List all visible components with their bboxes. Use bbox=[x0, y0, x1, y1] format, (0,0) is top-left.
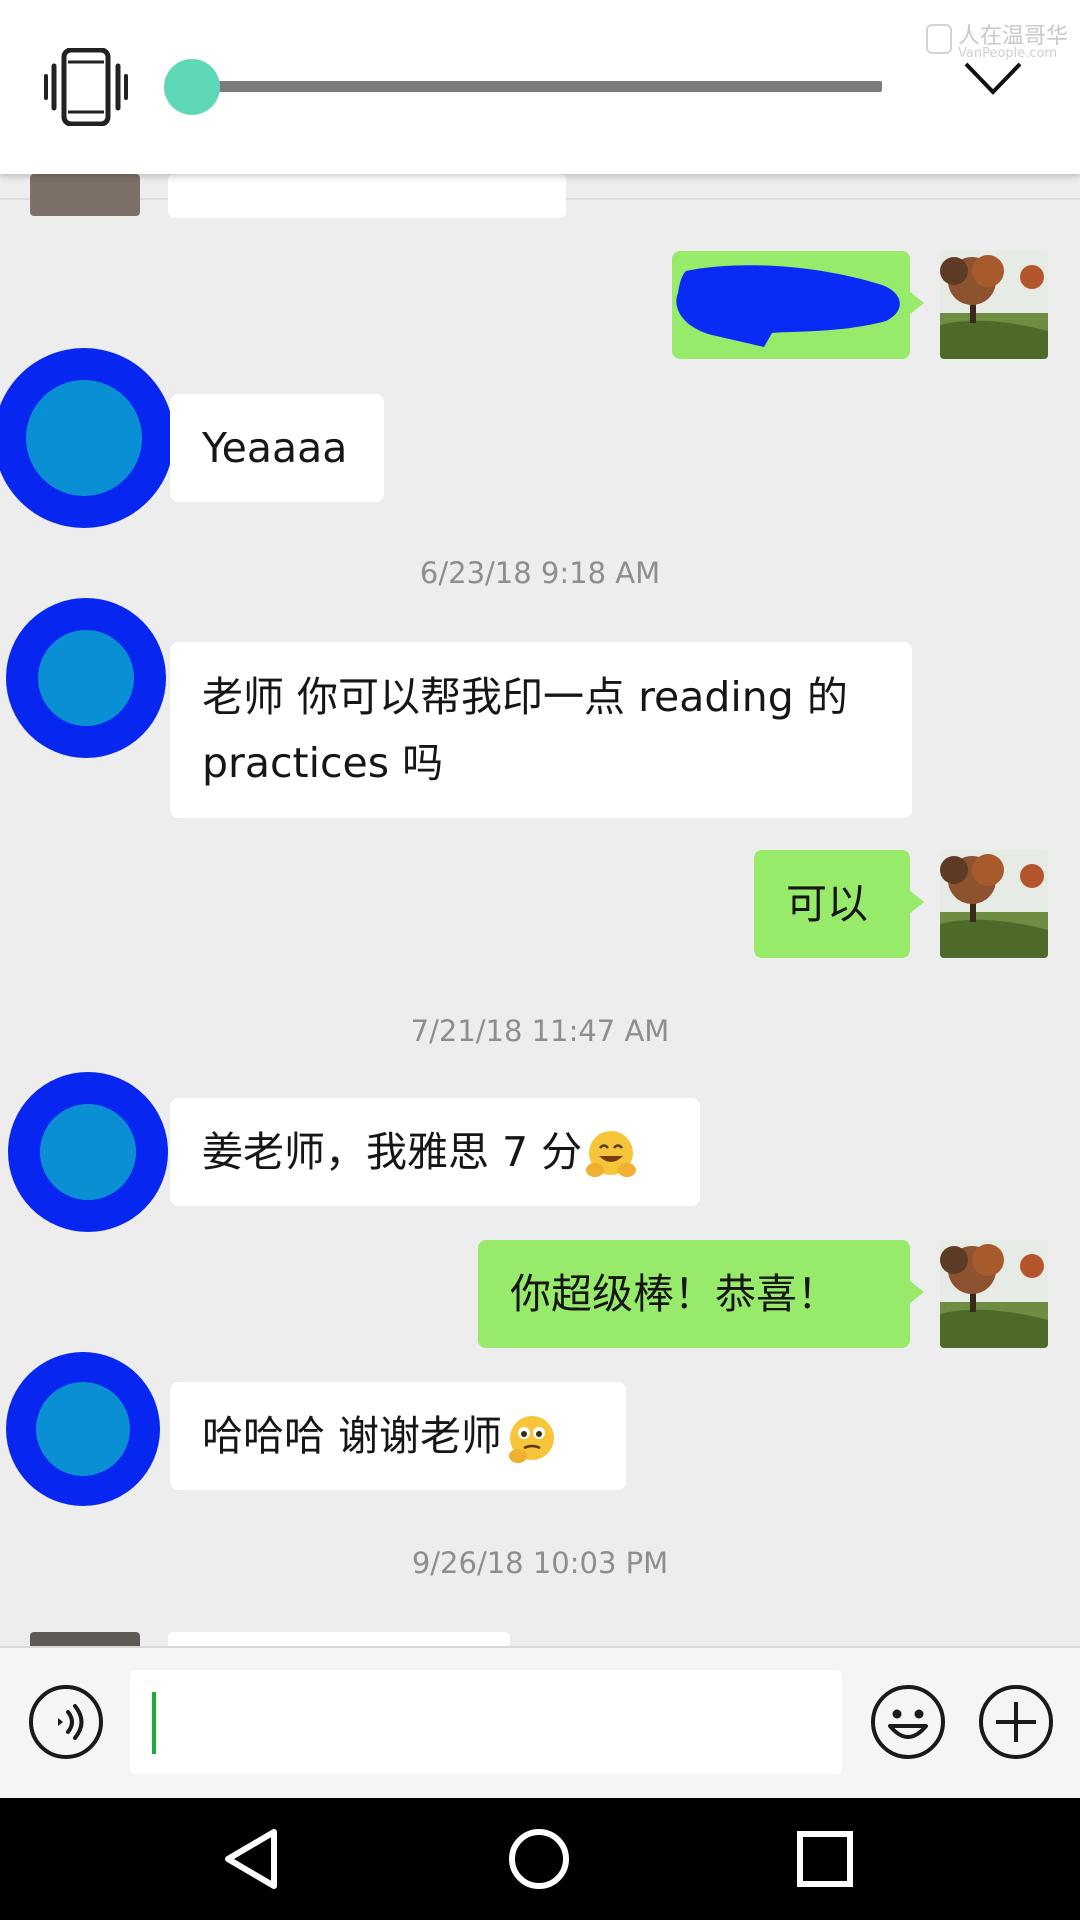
text-caret bbox=[152, 1692, 156, 1754]
message-bubble-partial[interactable] bbox=[168, 1632, 510, 1646]
playback-progress-knob[interactable] bbox=[164, 59, 220, 115]
avatar[interactable] bbox=[0, 348, 174, 528]
avatar[interactable] bbox=[8, 1072, 168, 1232]
avatar[interactable] bbox=[6, 598, 166, 758]
message-text: 哈哈哈 谢谢老师 bbox=[202, 1412, 503, 1460]
watermark-logo-icon bbox=[926, 24, 952, 54]
back-triangle-icon[interactable] bbox=[222, 1828, 282, 1890]
thinking-emoji-icon bbox=[509, 1416, 555, 1463]
message-text-line: 老师 你可以帮我印一点 reading 的 bbox=[202, 673, 848, 721]
timestamp: 7/21/18 11:47 AM bbox=[410, 1014, 670, 1048]
message-bubble-incoming[interactable]: 姜老师，我雅思 7 分 bbox=[170, 1098, 700, 1206]
system-navigation-bar bbox=[0, 1798, 1080, 1920]
message-bubble-incoming[interactable]: Yeaaaa bbox=[170, 394, 384, 502]
message-text: 你超级棒！恭喜！ bbox=[510, 1270, 838, 1318]
message-bubble-partial[interactable] bbox=[168, 174, 566, 218]
tree-photo-icon bbox=[940, 251, 1048, 359]
chevron-down-icon[interactable] bbox=[962, 58, 1024, 100]
message-text: 可以 bbox=[786, 880, 868, 928]
avatar[interactable] bbox=[30, 1632, 140, 1646]
avatar-self[interactable] bbox=[940, 850, 1048, 958]
smiley-icon[interactable] bbox=[870, 1684, 946, 1760]
timestamp: 6/23/18 9:18 AM bbox=[419, 556, 661, 590]
message-input[interactable] bbox=[130, 1670, 842, 1774]
avatar[interactable] bbox=[30, 174, 140, 216]
home-circle-icon[interactable] bbox=[508, 1828, 570, 1890]
message-text: Yeaaaa bbox=[202, 424, 348, 472]
voice-mode-icon[interactable] bbox=[28, 1684, 104, 1760]
recents-square-icon[interactable] bbox=[796, 1830, 854, 1888]
avatar-self[interactable] bbox=[940, 251, 1048, 359]
tree-photo-icon bbox=[940, 850, 1048, 958]
hug-emoji-icon bbox=[586, 1131, 637, 1177]
message-bubble-outgoing[interactable]: 你超级棒！恭喜！ bbox=[478, 1240, 924, 1348]
redaction-scribble bbox=[676, 265, 900, 347]
phone-vibrate-icon[interactable] bbox=[44, 48, 128, 126]
tree-photo-icon bbox=[940, 1240, 1048, 1348]
message-bubble-incoming[interactable]: 哈哈哈 谢谢老师 bbox=[170, 1382, 626, 1490]
avatar[interactable] bbox=[6, 1352, 160, 1506]
message-text: 姜老师，我雅思 7 分 bbox=[202, 1128, 583, 1176]
watermark-url: VanPeople.com bbox=[958, 46, 1058, 61]
message-input-bar bbox=[0, 1646, 1080, 1800]
playback-progress-track[interactable] bbox=[190, 81, 882, 92]
message-bubble-outgoing[interactable]: 可以 bbox=[754, 850, 924, 958]
message-text-line: practices 吗 bbox=[202, 739, 444, 787]
chat-message-list[interactable]: Yeaaaa 6/23/18 9:18 AM 老师 你可以帮我印一点 readi… bbox=[0, 174, 1080, 1646]
message-bubble-incoming[interactable]: 老师 你可以帮我印一点 reading 的 practices 吗 bbox=[170, 642, 912, 818]
voice-playback-bar: 人在温哥华 VanPeople.com bbox=[0, 0, 1080, 174]
plus-icon[interactable] bbox=[978, 1684, 1054, 1760]
watermark: 人在温哥华 VanPeople.com bbox=[922, 18, 1080, 62]
timestamp: 9/26/18 10:03 PM bbox=[411, 1546, 669, 1580]
avatar-self[interactable] bbox=[940, 1240, 1048, 1348]
